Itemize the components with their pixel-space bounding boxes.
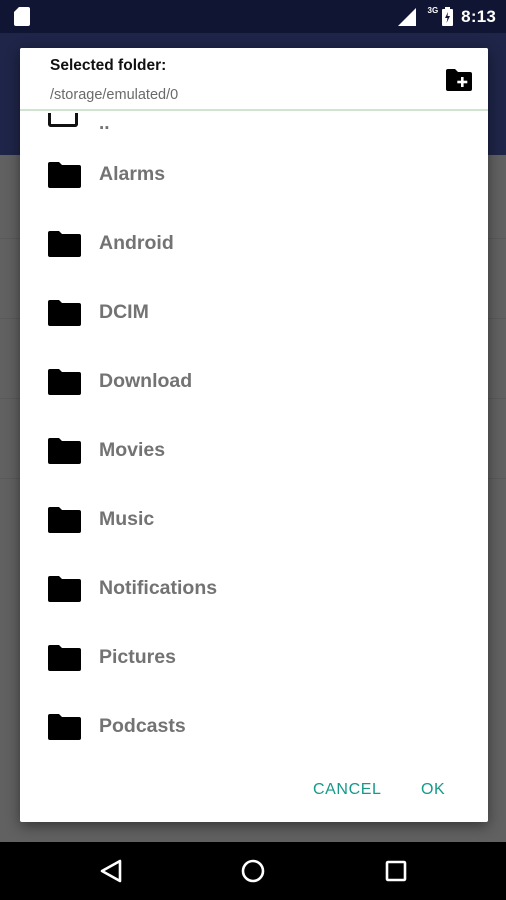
- parent-directory-label: ..: [99, 113, 110, 134]
- current-path: /storage/emulated/0: [50, 87, 179, 103]
- folder-label: Notifications: [99, 577, 218, 599]
- dialog-actions: CANCEL OK: [20, 751, 488, 822]
- parent-directory-item[interactable]: ..: [20, 111, 488, 140]
- folder-item[interactable]: Download: [20, 347, 488, 416]
- back-icon[interactable]: [96, 856, 126, 886]
- folder-label: Movies: [99, 439, 166, 461]
- signal-icon: [397, 7, 416, 26]
- sd-card-icon: [14, 7, 30, 26]
- folder-chooser-dialog: Selected folder: /storage/emulated/0 .. …: [20, 48, 488, 822]
- folder-icon: [48, 438, 81, 464]
- battery-charging-icon: [442, 7, 454, 26]
- folder-icon: [48, 162, 81, 188]
- parent-folder-icon: [48, 113, 78, 127]
- folder-item[interactable]: Podcasts: [20, 692, 488, 751]
- header-divider: [20, 109, 488, 111]
- cancel-button[interactable]: CANCEL: [305, 775, 390, 805]
- folder-item[interactable]: Notifications: [20, 554, 488, 623]
- folder-label: Android: [99, 232, 174, 254]
- folder-icon: [48, 369, 81, 395]
- folder-item[interactable]: DCIM: [20, 278, 488, 347]
- create-new-folder-icon[interactable]: [446, 69, 472, 91]
- folder-label: Alarms: [99, 163, 166, 185]
- home-icon[interactable]: [238, 856, 268, 886]
- folder-icon: [48, 507, 81, 533]
- ok-button[interactable]: OK: [413, 775, 453, 805]
- folder-icon: [48, 300, 81, 326]
- folder-icon: [48, 645, 81, 671]
- recents-icon[interactable]: [381, 856, 411, 886]
- folder-icon: [48, 576, 81, 602]
- navigation-bar: [0, 842, 506, 900]
- folder-item[interactable]: Movies: [20, 416, 488, 485]
- folder-item[interactable]: Alarms: [20, 140, 488, 209]
- folder-label: Download: [99, 370, 193, 392]
- folder-label: Pictures: [99, 646, 176, 668]
- status-bar: 3G 8:13: [0, 0, 506, 33]
- folder-icon: [48, 714, 81, 740]
- folder-item[interactable]: Music: [20, 485, 488, 554]
- dialog-title: Selected folder:: [50, 57, 167, 74]
- clock: 8:13: [461, 6, 496, 26]
- folder-list[interactable]: .. Alarms Android DCIM Download Movies Music N…: [20, 111, 488, 751]
- folder-label: Music: [99, 508, 155, 530]
- network-type-label: 3G: [427, 6, 439, 15]
- folder-label: DCIM: [99, 301, 149, 323]
- folder-icon: [48, 231, 81, 257]
- dialog-header: Selected folder: /storage/emulated/0: [20, 48, 488, 110]
- folder-item[interactable]: Android: [20, 209, 488, 278]
- folder-item[interactable]: Pictures: [20, 623, 488, 692]
- folder-label: Podcasts: [99, 715, 186, 737]
